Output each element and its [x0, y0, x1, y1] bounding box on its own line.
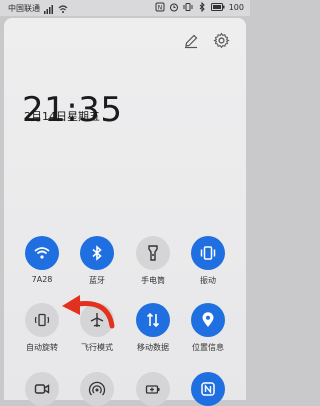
tile-vibrate[interactable]: 振动	[183, 236, 233, 286]
alarm-status-icon	[169, 3, 178, 12]
status-right: N 100	[155, 2, 244, 12]
wifi-icon	[25, 236, 59, 270]
tile-wifi-label: 7A28	[31, 275, 53, 284]
wifi-status-icon	[58, 4, 68, 13]
vibrate-icon	[191, 236, 225, 270]
vibrate-status-icon	[183, 3, 193, 11]
annotation-arrow-icon	[62, 295, 115, 329]
carrier-label: 中国联通	[8, 4, 40, 13]
signal-icon	[44, 4, 53, 14]
tile-mobile-data-label: 移动数据	[137, 343, 169, 352]
tile-location[interactable]: 位置信息	[183, 303, 233, 353]
bluetooth-icon	[80, 236, 114, 270]
mobile-data-icon	[136, 303, 170, 337]
edit-icon[interactable]	[183, 33, 199, 49]
battery-percent: 100	[228, 2, 244, 12]
tile-auto-rotate-label: 自动旋转	[26, 343, 58, 352]
battery-icon	[210, 3, 225, 11]
auto-rotate-icon	[25, 303, 59, 337]
gear-icon[interactable]	[213, 32, 230, 49]
tile-screen-record[interactable]	[17, 372, 67, 406]
tile-location-label: 位置信息	[192, 343, 224, 352]
tile-airplane-label: 飞行模式	[81, 343, 113, 352]
location-icon	[191, 303, 225, 337]
hotspot-icon	[80, 372, 114, 406]
tile-vibrate-label: 振动	[200, 276, 216, 285]
bluetooth-status-icon	[199, 2, 205, 12]
tile-mobile-data[interactable]: 移动数据	[128, 303, 178, 353]
nfc-icon	[191, 372, 225, 406]
tile-power-saving[interactable]	[128, 372, 178, 406]
status-left: 中国联通	[8, 3, 68, 14]
tile-wifi[interactable]: 7A28	[17, 236, 67, 284]
svg-text:N: N	[157, 5, 162, 12]
nfc-status-icon: N	[155, 2, 165, 12]
tile-hotspot[interactable]	[72, 372, 122, 406]
clock-date: 2月14日星期五	[24, 110, 100, 123]
screen-record-icon	[25, 372, 59, 406]
tile-flashlight-label: 手电筒	[141, 276, 165, 285]
battery-saver-icon	[136, 372, 170, 406]
tile-nfc[interactable]	[183, 372, 233, 406]
tile-flashlight[interactable]: 手电筒	[128, 236, 178, 286]
status-bar: 中国联通 N 100	[0, 0, 250, 16]
tile-bluetooth[interactable]: 蓝牙	[72, 236, 122, 286]
flashlight-icon	[136, 236, 170, 270]
tile-bluetooth-label: 蓝牙	[89, 276, 105, 285]
